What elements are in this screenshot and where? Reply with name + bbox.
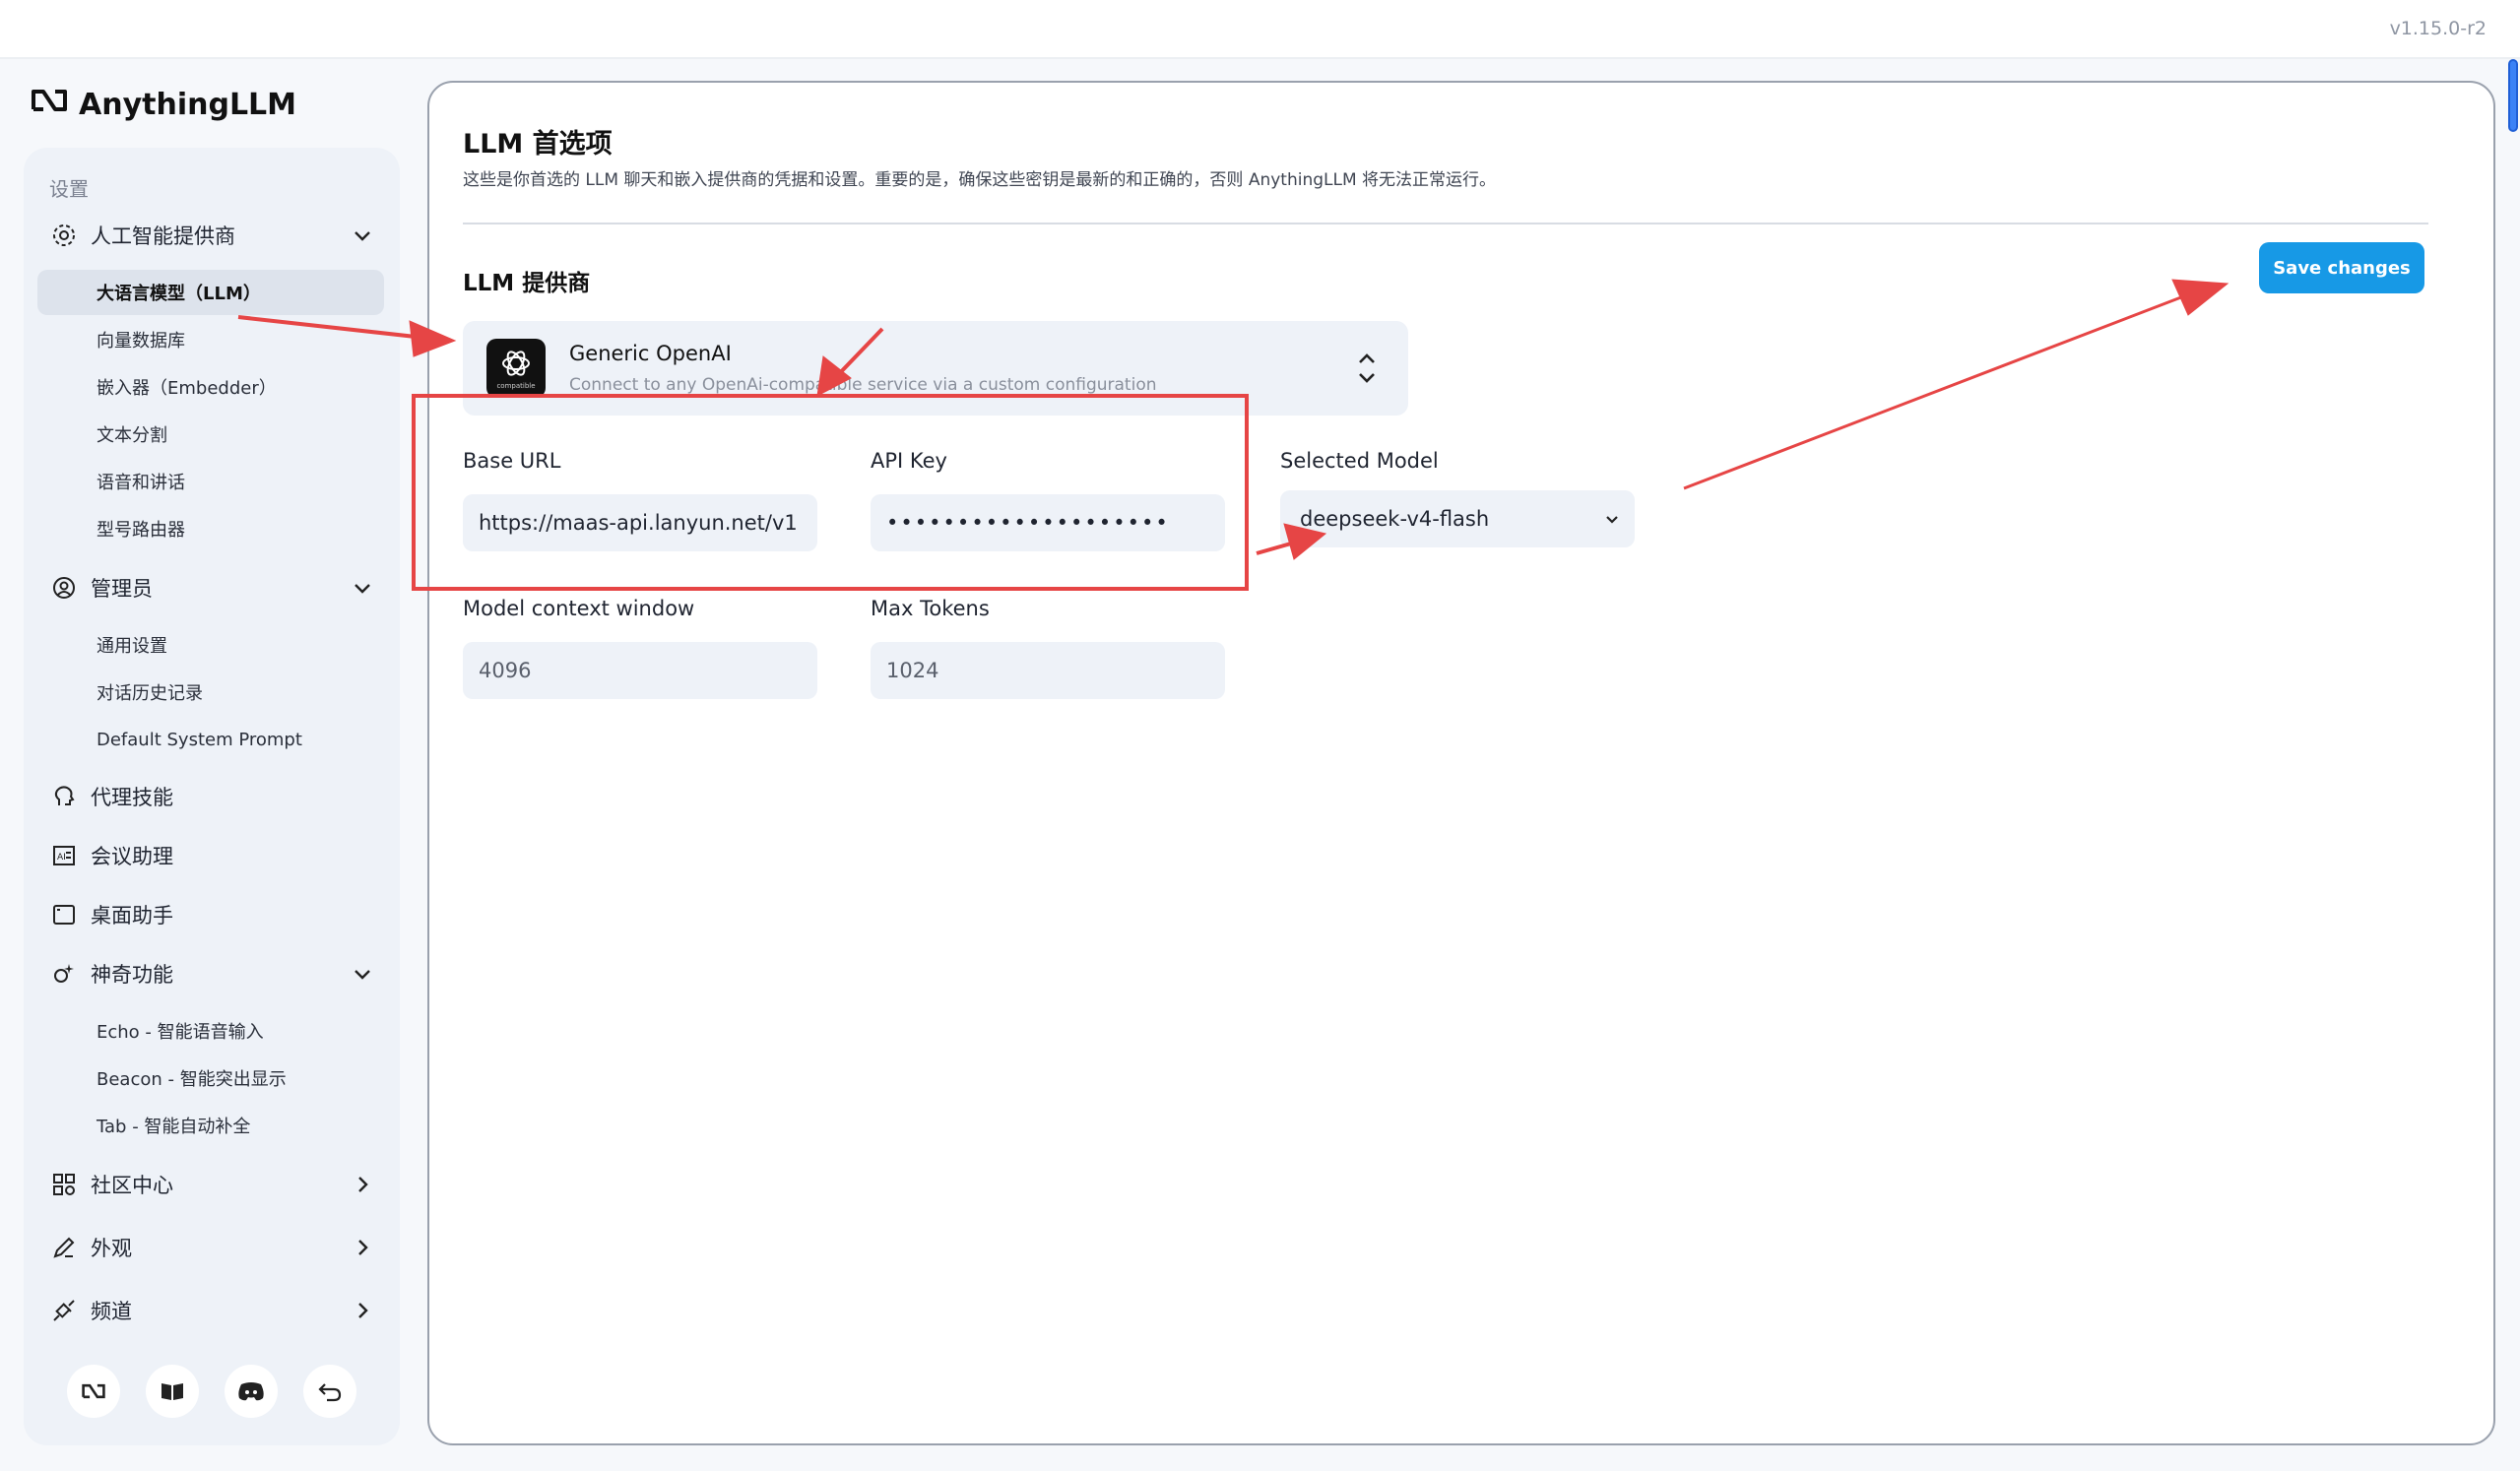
chevron-up-down-icon bbox=[1359, 353, 1375, 383]
sidebar-group-magic-features[interactable]: 神奇功能 bbox=[49, 959, 374, 989]
selected-model-label: Selected Model bbox=[1280, 449, 1439, 473]
discord-button[interactable] bbox=[225, 1365, 278, 1418]
chevron-down-icon bbox=[355, 970, 370, 980]
scrollbar[interactable] bbox=[2506, 59, 2520, 1471]
sidebar-item-llm[interactable]: 大语言模型（LLM） bbox=[37, 270, 384, 315]
anythingllm-logo-icon bbox=[30, 85, 69, 124]
divider bbox=[463, 223, 2428, 224]
sidebar-item-embedder[interactable]: 嵌入器（Embedder） bbox=[37, 364, 384, 410]
home-button[interactable] bbox=[67, 1365, 120, 1418]
sidebar-group-meeting-assistant[interactable]: AI 会议助理 bbox=[49, 841, 374, 870]
openai-compatible-logo-icon: compatible bbox=[486, 339, 546, 398]
sidebar-item-model-router[interactable]: 型号路由器 bbox=[37, 506, 384, 551]
sidebar-group-agent-skills[interactable]: 代理技能 bbox=[49, 782, 374, 811]
user-admin-icon bbox=[49, 573, 79, 603]
sidebar-item-voice[interactable]: 语音和讲话 bbox=[37, 459, 384, 504]
chevron-down-icon bbox=[1606, 516, 1618, 524]
provider-section-title: LLM 提供商 bbox=[463, 271, 591, 296]
anythingllm-logo-icon bbox=[82, 1383, 105, 1399]
sidebar-item-beacon[interactable]: Beacon - 智能突出显示 bbox=[37, 1055, 384, 1101]
chevron-right-icon bbox=[358, 1240, 368, 1255]
book-icon bbox=[162, 1383, 183, 1400]
sidebar-group-ai-providers[interactable]: 人工智能提供商 bbox=[49, 221, 374, 250]
svg-text:AI: AI bbox=[57, 853, 66, 863]
context-window-input[interactable] bbox=[463, 642, 817, 699]
max-tokens-input[interactable] bbox=[871, 642, 1225, 699]
pen-icon bbox=[49, 1233, 79, 1262]
sidebar-group-label: 人工智能提供商 bbox=[91, 224, 235, 248]
sidebar-item-echo[interactable]: Echo - 智能语音输入 bbox=[37, 1008, 384, 1054]
undo-icon bbox=[318, 1383, 342, 1402]
context-window-label: Model context window bbox=[463, 597, 695, 620]
agent-icon bbox=[49, 782, 79, 811]
brand-name: AnythingLLM bbox=[79, 87, 297, 122]
sidebar-item-chat-history[interactable]: 对话历史记录 bbox=[37, 670, 384, 715]
desktop-icon bbox=[49, 900, 79, 929]
chevron-right-icon bbox=[358, 1177, 368, 1192]
sidebar-group-label: 频道 bbox=[91, 1300, 132, 1323]
gear-icon bbox=[49, 221, 79, 250]
save-changes-button[interactable]: Save changes bbox=[2259, 242, 2424, 293]
sidebar-group-community-hub[interactable]: 社区中心 bbox=[49, 1170, 374, 1199]
sidebar-group-admin[interactable]: 管理员 bbox=[49, 573, 374, 603]
scrollbar-thumb[interactable] bbox=[2508, 59, 2518, 132]
settings-sidebar: 设置 人工智能提供商 大语言模型（LLM） 向量数据库 嵌入器（Embedder… bbox=[24, 148, 400, 1445]
sidebar-group-label: 桌面助手 bbox=[91, 904, 173, 927]
sidebar-section-title: 设置 bbox=[49, 177, 89, 201]
page-description: 这些是你首选的 LLM 聊天和嵌入提供商的凭据和设置。重要的是，确保这些密钥是最… bbox=[463, 170, 1497, 190]
sidebar-group-label: 管理员 bbox=[91, 577, 153, 601]
sidebar-item-default-system-prompt[interactable]: Default System Prompt bbox=[37, 717, 384, 762]
discord-icon bbox=[238, 1382, 264, 1401]
sidebar-footer bbox=[67, 1365, 356, 1418]
sidebar-group-label: 会议助理 bbox=[91, 845, 173, 868]
chevron-down-icon bbox=[355, 231, 370, 241]
sidebar-item-tab[interactable]: Tab - 智能自动补全 bbox=[37, 1103, 384, 1148]
magic-icon bbox=[49, 959, 79, 989]
meeting-icon: AI bbox=[49, 841, 79, 870]
selected-model-value: deepseek-v4-flash bbox=[1300, 507, 1490, 531]
community-icon bbox=[49, 1170, 79, 1199]
page-title: LLM 首选项 bbox=[463, 129, 613, 160]
docs-button[interactable] bbox=[146, 1365, 199, 1418]
max-tokens-label: Max Tokens bbox=[871, 597, 990, 620]
chevron-right-icon bbox=[358, 1303, 368, 1318]
annotation-highlight-box bbox=[412, 394, 1249, 591]
sidebar-group-appearance[interactable]: 外观 bbox=[49, 1233, 374, 1262]
brand[interactable]: AnythingLLM bbox=[30, 85, 296, 124]
plug-icon bbox=[49, 1296, 79, 1325]
sidebar-group-label: 外观 bbox=[91, 1237, 132, 1260]
sidebar-item-vector-db[interactable]: 向量数据库 bbox=[37, 317, 384, 362]
llm-preferences-panel: LLM 首选项 这些是你首选的 LLM 聊天和嵌入提供商的凭据和设置。重要的是，… bbox=[427, 81, 2495, 1445]
sidebar-group-label: 神奇功能 bbox=[91, 963, 173, 987]
sidebar-group-desktop-assistant[interactable]: 桌面助手 bbox=[49, 900, 374, 929]
back-button[interactable] bbox=[303, 1365, 356, 1418]
top-bar: v1.15.0-r2 bbox=[0, 0, 2520, 59]
version-label: v1.15.0-r2 bbox=[2389, 18, 2487, 39]
selected-model-select[interactable]: deepseek-v4-flash bbox=[1280, 490, 1635, 547]
sidebar-item-text-splitter[interactable]: 文本分割 bbox=[37, 412, 384, 457]
chevron-down-icon bbox=[355, 584, 370, 594]
sidebar-group-label: 社区中心 bbox=[91, 1174, 173, 1197]
provider-name: Generic OpenAI bbox=[569, 342, 732, 365]
sidebar-group-channels[interactable]: 频道 bbox=[49, 1296, 374, 1325]
sidebar-item-general-settings[interactable]: 通用设置 bbox=[37, 622, 384, 668]
sidebar-group-label: 代理技能 bbox=[91, 786, 173, 809]
logo-caption: compatible bbox=[496, 382, 536, 390]
provider-description: Connect to any OpenAi-compatible service… bbox=[569, 375, 1157, 395]
